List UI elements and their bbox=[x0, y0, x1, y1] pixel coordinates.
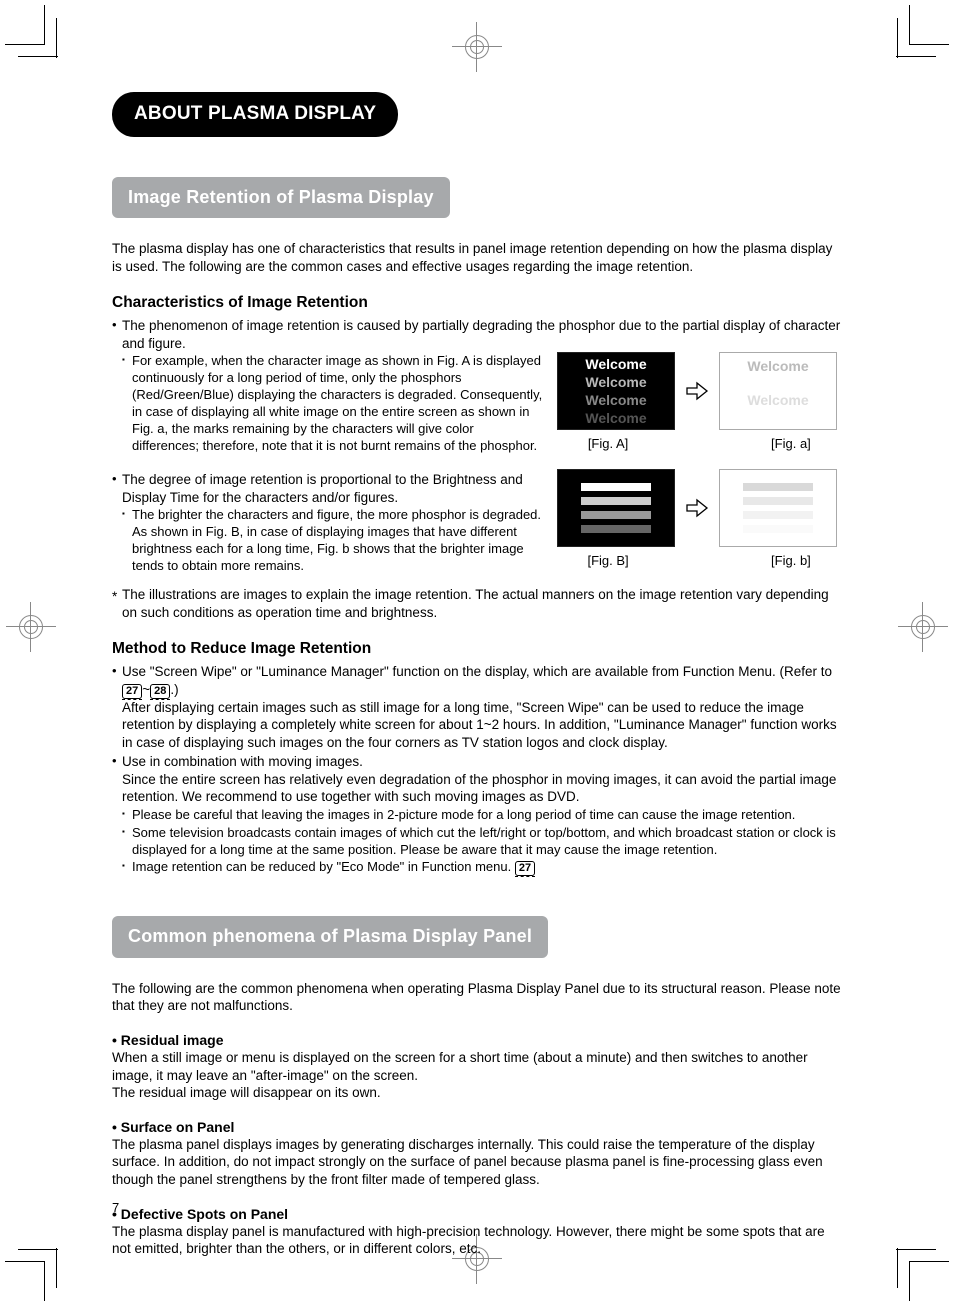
note-illustrations: The illustrations are images to explain … bbox=[112, 586, 842, 621]
figure-b-dark bbox=[557, 469, 675, 547]
brightness-bar bbox=[581, 497, 651, 505]
crop-mark bbox=[18, 56, 58, 57]
page-ref-27: 27 bbox=[122, 684, 142, 699]
bullet-moving-images: Use in combination with moving images. bbox=[112, 753, 842, 771]
intro-text: The plasma display has one of characteri… bbox=[112, 240, 842, 275]
crop-mark bbox=[44, 5, 45, 45]
welcome-text: Welcome bbox=[747, 391, 808, 409]
crop-mark bbox=[909, 44, 949, 45]
crop-mark bbox=[56, 18, 57, 58]
figure-row-a: Welcome Welcome Welcome Welcome Welcome … bbox=[557, 352, 842, 430]
brightness-bar bbox=[581, 483, 651, 491]
bullet-phenomenon: The phenomenon of image retention is cau… bbox=[112, 317, 842, 352]
figure-row-b bbox=[557, 469, 842, 547]
crop-mark bbox=[897, 18, 898, 58]
subheading-defective: • Defective Spots on Panel bbox=[112, 1205, 842, 1223]
welcome-text: Welcome bbox=[747, 357, 808, 375]
crop-mark bbox=[18, 1249, 58, 1250]
crop-mark bbox=[896, 1249, 936, 1250]
brightness-bar bbox=[743, 497, 813, 505]
subheading-characteristics: Characteristics of Image Retention bbox=[112, 293, 842, 313]
brightness-bar bbox=[743, 511, 813, 519]
registration-mark-icon bbox=[898, 602, 948, 652]
subheading-method: Method to Reduce Image Retention bbox=[112, 639, 842, 659]
body-screen-wipe: After displaying certain images such as … bbox=[122, 699, 842, 752]
figure-a-dark: Welcome Welcome Welcome Welcome bbox=[557, 352, 675, 430]
intro-common: The following are the common phenomena w… bbox=[112, 980, 842, 1015]
page-title-pill: ABOUT PLASMA DISPLAY bbox=[112, 92, 398, 137]
figure-b-light bbox=[719, 469, 837, 547]
body-residual: When a still image or menu is displayed … bbox=[112, 1049, 842, 1102]
body-surface: The plasma panel displays images by gene… bbox=[112, 1136, 842, 1189]
body-moving-images: Since the entire screen has relatively e… bbox=[122, 771, 842, 806]
welcome-text: Welcome bbox=[585, 373, 646, 391]
crop-mark bbox=[909, 5, 910, 45]
page-number: 7 bbox=[112, 1200, 119, 1217]
welcome-text: Welcome bbox=[585, 355, 646, 373]
subheading-surface: • Surface on Panel bbox=[112, 1118, 842, 1136]
brightness-bar bbox=[581, 525, 651, 533]
welcome-text: Welcome bbox=[585, 409, 646, 427]
crop-mark bbox=[56, 1248, 57, 1288]
crop-mark bbox=[44, 1261, 45, 1301]
figure-label-a-lower: [Fig. a] bbox=[740, 436, 842, 453]
body-defective: The plasma display panel is manufactured… bbox=[112, 1223, 842, 1258]
welcome-text: Welcome bbox=[585, 391, 646, 409]
page-content: ABOUT PLASMA DISPLAY Image Retention of … bbox=[112, 92, 842, 1258]
page-ref-27b: 27 bbox=[515, 861, 535, 876]
section-heading-retention: Image Retention of Plasma Display bbox=[112, 177, 450, 218]
arrow-right-icon bbox=[685, 498, 709, 518]
subheading-residual: • Residual image bbox=[112, 1031, 842, 1049]
subbullet-brighter: The brighter the characters and figure, … bbox=[122, 507, 543, 575]
crop-mark bbox=[896, 56, 936, 57]
subbullet-broadcasts: Some television broadcasts contain image… bbox=[122, 825, 842, 859]
registration-mark-icon bbox=[452, 22, 502, 72]
figure-label-a-upper: [Fig. A] bbox=[557, 436, 659, 453]
figure-label-b-lower: [Fig. b] bbox=[740, 553, 842, 570]
registration-mark-icon bbox=[6, 602, 56, 652]
subbullet-example: For example, when the character image as… bbox=[122, 353, 543, 454]
crop-mark bbox=[897, 1248, 898, 1288]
bullet-degree: The degree of image retention is proport… bbox=[112, 471, 543, 506]
subbullet-2picture: Please be careful that leaving the image… bbox=[122, 807, 842, 824]
subbullet-eco-mode: Image retention can be reduced by "Eco M… bbox=[122, 859, 842, 876]
section-heading-common: Common phenomena of Plasma Display Panel bbox=[112, 916, 548, 957]
brightness-bar bbox=[743, 483, 813, 491]
arrow-right-icon bbox=[685, 381, 709, 401]
crop-mark bbox=[909, 1261, 910, 1301]
brightness-bar bbox=[581, 511, 651, 519]
figure-label-b-upper: [Fig. B] bbox=[557, 553, 659, 570]
brightness-bar bbox=[743, 525, 813, 533]
figure-a-light: Welcome Welcome bbox=[719, 352, 837, 430]
page-ref-28: 28 bbox=[150, 684, 170, 699]
bullet-screen-wipe: Use "Screen Wipe" or "Luminance Manager"… bbox=[112, 663, 842, 698]
crop-mark bbox=[5, 1261, 45, 1262]
crop-mark bbox=[909, 1261, 949, 1262]
crop-mark bbox=[5, 44, 45, 45]
